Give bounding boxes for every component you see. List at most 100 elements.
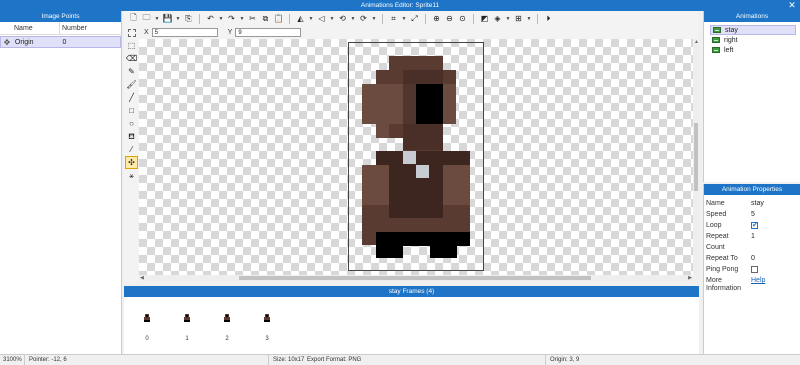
rotate-cw-icon[interactable]: ⟳ bbox=[358, 13, 369, 24]
zoom-out-icon[interactable]: ⊖ bbox=[444, 13, 455, 24]
zoom-fit-icon[interactable]: ⊙ bbox=[457, 13, 468, 24]
color-icon[interactable]: ◩ bbox=[479, 13, 490, 24]
property-label: Loop bbox=[706, 222, 722, 229]
chevron-down-icon[interactable]: ▼ bbox=[175, 13, 181, 24]
flip-h-icon[interactable]: ◭ bbox=[295, 13, 306, 24]
open-icon[interactable]: 🗀 bbox=[141, 13, 152, 24]
header-spacer bbox=[0, 22, 12, 34]
zoom-in-icon[interactable]: ⊕ bbox=[431, 13, 442, 24]
frame-sprite-icon bbox=[144, 314, 150, 322]
frame-sprite-icon bbox=[184, 314, 190, 322]
y-field[interactable]: 9 bbox=[235, 28, 302, 37]
line-tool-icon[interactable]: ╱ bbox=[125, 91, 138, 104]
property-row-speed: Speed 5 bbox=[704, 209, 800, 220]
x-field[interactable]: 5 bbox=[151, 28, 218, 37]
rectangle-tool-icon[interactable]: □ bbox=[125, 104, 138, 117]
grid-icon[interactable]: ⊞ bbox=[513, 13, 524, 24]
window-title-bar: Animations Editor: Sprite11 ✕ bbox=[0, 0, 800, 11]
paste-icon[interactable]: 📋 bbox=[273, 13, 284, 24]
eyedropper-tool-icon[interactable]: ⁄ bbox=[125, 143, 138, 156]
chevron-down-icon[interactable]: ▼ bbox=[154, 13, 160, 24]
scroll-right-icon[interactable]: ▶ bbox=[688, 275, 692, 281]
loop-checkbox[interactable] bbox=[751, 220, 758, 231]
new-icon[interactable]: 🗋 bbox=[128, 13, 139, 24]
brush-tool-icon[interactable]: 🖌 bbox=[125, 78, 138, 91]
export-icon[interactable]: ⎘ bbox=[183, 13, 194, 24]
repeat-count-field[interactable]: 1 bbox=[749, 231, 800, 253]
chevron-down-icon[interactable]: ▼ bbox=[329, 13, 335, 24]
sprite-canvas[interactable] bbox=[139, 39, 693, 275]
toolbar-divider bbox=[425, 13, 426, 24]
resize-icon[interactable]: ⤢ bbox=[409, 13, 420, 24]
horizontal-scrollbar[interactable]: ◀ ▶ bbox=[139, 275, 693, 281]
chevron-down-icon[interactable]: ▼ bbox=[526, 13, 532, 24]
pencil-tool-icon[interactable]: ✎ bbox=[125, 65, 138, 78]
redo-icon[interactable]: ↷ bbox=[226, 13, 237, 24]
scroll-left-icon[interactable]: ◀ bbox=[140, 275, 144, 281]
main-toolbar: 🗋 🗀 ▼ 💾 ▼ ⎘ ↶ ▼ ↷ ▼ ✂ ⧉ 📋 ◭ ▼ ◁ ▼ ⟲ ▼ ⟳ ▼ ⌗ ▼ ⤢ ⊕… bbox=[124, 11, 699, 26]
ping-pong-checkbox[interactable] bbox=[751, 266, 758, 273]
point-name: Origin bbox=[14, 39, 34, 46]
eraser-tool-icon[interactable]: ⌫ bbox=[125, 52, 138, 65]
horizontal-scroll-thumb[interactable] bbox=[239, 276, 591, 280]
chevron-down-icon[interactable]: ▼ bbox=[239, 13, 245, 24]
speed-field[interactable]: 5 bbox=[749, 209, 800, 220]
animation-icon bbox=[712, 37, 720, 43]
save-icon[interactable]: 💾 bbox=[162, 13, 173, 24]
selection-icon[interactable] bbox=[128, 28, 136, 37]
play-icon[interactable]: ⏵ bbox=[543, 13, 554, 24]
frame-thumbnail[interactable]: 1 bbox=[177, 304, 197, 349]
animation-list: stay right left bbox=[704, 22, 800, 55]
chevron-down-icon[interactable]: ▼ bbox=[308, 13, 314, 24]
property-row-repeat-count: Repeat Count 1 bbox=[704, 231, 800, 253]
animation-item-stay[interactable]: stay bbox=[710, 25, 796, 35]
animation-item-right[interactable]: right bbox=[710, 35, 796, 45]
frame-thumbnail[interactable]: 2 bbox=[217, 304, 237, 349]
help-link[interactable]: Help bbox=[749, 277, 800, 293]
animation-label: left bbox=[724, 46, 734, 54]
status-divider bbox=[268, 355, 269, 365]
copy-icon[interactable]: ⧉ bbox=[260, 13, 271, 24]
frames-panel: stay Frames (4) 0 1 2 3 bbox=[124, 286, 699, 354]
animation-item-left[interactable]: left bbox=[710, 45, 796, 55]
chevron-down-icon[interactable]: ▼ bbox=[350, 13, 356, 24]
crop-icon[interactable]: ⌗ bbox=[388, 13, 399, 24]
layers-icon[interactable]: ◈ bbox=[492, 13, 503, 24]
pointer-position: Pointer: -12, 6 bbox=[29, 357, 67, 363]
flip-v-icon[interactable]: ◁ bbox=[316, 13, 327, 24]
scroll-up-icon[interactable]: ▲ bbox=[694, 39, 699, 45]
chevron-down-icon[interactable]: ▼ bbox=[401, 13, 407, 24]
animation-icon bbox=[712, 47, 720, 53]
repeat-to-field[interactable]: 0 bbox=[749, 253, 800, 264]
image-point-tool-icon[interactable]: ✣ bbox=[125, 156, 138, 169]
cut-icon[interactable]: ✂ bbox=[247, 13, 258, 24]
rotate-ccw-icon[interactable]: ⟲ bbox=[337, 13, 348, 24]
name-field[interactable]: stay bbox=[749, 198, 800, 209]
property-label: Repeat Count bbox=[706, 233, 729, 251]
toolbar-divider bbox=[537, 13, 538, 24]
frame-thumbnail[interactable]: 3 bbox=[257, 304, 277, 349]
vertical-scroll-thumb[interactable] bbox=[694, 123, 698, 191]
close-icon[interactable]: ✕ bbox=[787, 0, 797, 11]
chevron-down-icon[interactable]: ▼ bbox=[371, 13, 377, 24]
zoom-level: 3100% bbox=[3, 357, 22, 363]
anchor-tool-icon[interactable]: ⚹ bbox=[125, 169, 138, 182]
image-points-title: Image Points bbox=[0, 11, 121, 22]
fill-tool-icon[interactable]: ⛾ bbox=[125, 130, 138, 143]
select-tool-icon[interactable]: ⬚ bbox=[125, 39, 138, 52]
property-label: Information bbox=[706, 285, 742, 292]
window-title: Animations Editor: Sprite11 bbox=[360, 2, 440, 9]
undo-icon[interactable]: ↶ bbox=[205, 13, 216, 24]
column-header-number[interactable]: Number bbox=[60, 22, 120, 34]
frame-thumbnail[interactable]: 0 bbox=[137, 304, 157, 349]
property-label: Ping Pong bbox=[706, 266, 739, 273]
column-header-name[interactable]: Name bbox=[12, 22, 60, 34]
toolbar-divider bbox=[473, 13, 474, 24]
table-row[interactable]: ✥ Origin 0 bbox=[0, 36, 121, 48]
vertical-scrollbar[interactable]: ▲ bbox=[693, 39, 699, 275]
animation-label: stay bbox=[725, 26, 738, 34]
chevron-down-icon[interactable]: ▼ bbox=[505, 13, 511, 24]
chevron-down-icon[interactable]: ▼ bbox=[218, 13, 224, 24]
ellipse-tool-icon[interactable]: ○ bbox=[125, 117, 138, 130]
status-divider bbox=[545, 355, 546, 365]
